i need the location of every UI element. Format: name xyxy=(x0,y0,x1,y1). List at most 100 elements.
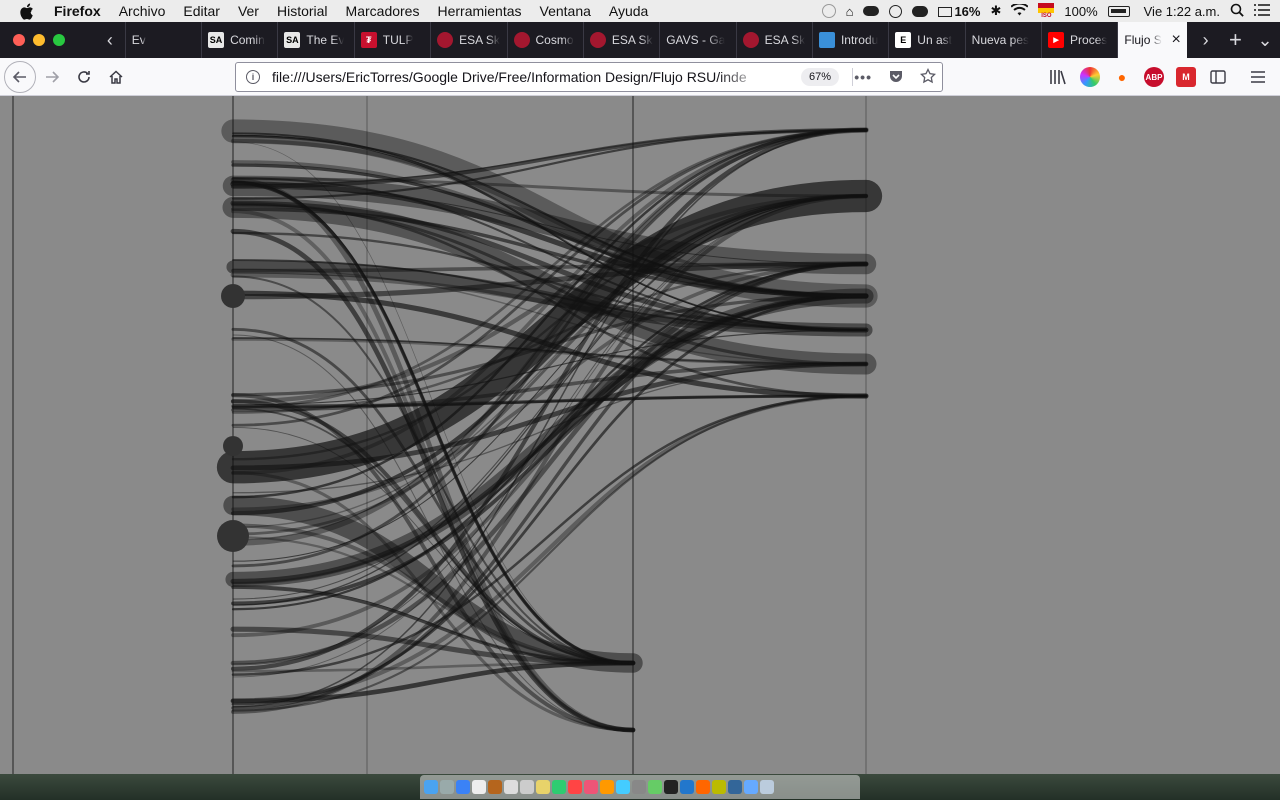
adblock-plus-icon[interactable]: ABP xyxy=(1144,67,1164,87)
menu-ventana[interactable]: Ventana xyxy=(540,3,591,19)
menu-ver[interactable]: Ver xyxy=(238,3,259,19)
sa-favicon-icon: SA xyxy=(284,32,301,48)
page-actions-menu-button[interactable]: ••• xyxy=(854,69,872,85)
clock[interactable]: Vie 1:22 a.m. xyxy=(1144,4,1220,19)
dock-app-icon[interactable] xyxy=(744,780,758,794)
tab-title: Nueva pes xyxy=(971,33,1030,47)
dock-app-icon[interactable] xyxy=(696,780,710,794)
page-actions: ••• xyxy=(854,63,937,91)
notification-center-icon[interactable] xyxy=(1254,3,1270,19)
do-not-disturb-icon[interactable] xyxy=(821,4,836,18)
bookmark-star-icon[interactable] xyxy=(919,67,937,87)
dock-app-icon[interactable] xyxy=(632,780,646,794)
tab-title: Cosmo xyxy=(535,33,574,47)
tab-title: Un ast xyxy=(917,33,952,47)
cloud-app-icon[interactable] xyxy=(863,6,880,16)
tabs-scroll-left-button[interactable]: ‹ xyxy=(95,30,125,51)
menu-marcadores[interactable]: Marcadores xyxy=(346,3,420,19)
library-icon[interactable] xyxy=(1048,67,1068,87)
back-button[interactable] xyxy=(4,60,36,93)
tab[interactable]: E Un ast xyxy=(888,22,964,58)
cloud-upload-icon[interactable] xyxy=(912,5,929,17)
reload-button[interactable] xyxy=(68,61,100,93)
dock-app-icon[interactable] xyxy=(712,780,726,794)
hamburger-menu-icon[interactable] xyxy=(1248,67,1268,87)
tab[interactable]: ESA Sk xyxy=(430,22,506,58)
intro-favicon-icon xyxy=(818,32,835,48)
dock-app-icon[interactable] xyxy=(472,780,486,794)
close-window-button[interactable] xyxy=(13,34,25,46)
extension-color-icon[interactable] xyxy=(1080,67,1100,87)
dock-app-icon[interactable] xyxy=(456,780,470,794)
close-tab-icon[interactable]: × xyxy=(1171,31,1180,49)
zoom-level-badge[interactable]: 67% xyxy=(801,68,840,86)
tab-title: ESA Sk xyxy=(611,33,653,47)
menu-editar[interactable]: Editar xyxy=(183,3,220,19)
zoom-window-button[interactable] xyxy=(53,34,65,46)
cpu-monitor[interactable]: 16% xyxy=(938,4,980,19)
menu-historial[interactable]: Historial xyxy=(277,3,328,19)
tab[interactable]: SA The Ev xyxy=(277,22,353,58)
dock-app-icon[interactable] xyxy=(616,780,630,794)
list-all-tabs-button[interactable]: ⌄ xyxy=(1250,30,1280,51)
back-arrow-icon xyxy=(12,70,26,83)
tab-title: TULP xyxy=(382,33,414,47)
tab-title: GAVS - Ga xyxy=(666,33,726,47)
input-source-flag-icon[interactable]: ISO xyxy=(1038,3,1055,19)
esa-favicon-icon xyxy=(437,32,454,48)
wifi-icon[interactable] xyxy=(1010,2,1029,19)
url-text[interactable]: file:///Users/EricTorres/Google Drive/Fr… xyxy=(272,69,767,85)
address-bar[interactable]: i file:///Users/EricTorres/Google Drive/… xyxy=(235,62,943,92)
dock-app-icon[interactable] xyxy=(552,780,566,794)
tab[interactable]: ₮ TULP xyxy=(353,22,430,58)
dock-app-icon[interactable] xyxy=(760,780,774,794)
dock-app-icon[interactable] xyxy=(440,780,454,794)
tab[interactable]: ▶ Proces xyxy=(1041,22,1117,58)
dock-app-icon[interactable] xyxy=(568,780,582,794)
dock-app-icon[interactable] xyxy=(648,780,662,794)
menu-archivo[interactable]: Archivo xyxy=(119,3,166,19)
home-status-icon[interactable]: ⌂ xyxy=(846,4,854,19)
apple-menu-icon[interactable] xyxy=(19,3,35,20)
site-info-icon[interactable]: i xyxy=(246,70,260,84)
bluetooth-icon[interactable]: ✱ xyxy=(990,3,1001,19)
dock-app-icon[interactable] xyxy=(664,780,678,794)
tab[interactable]: SA Comin xyxy=(201,22,277,58)
no-entry-icon[interactable] xyxy=(889,4,903,18)
tab[interactable]: Introdu xyxy=(811,22,888,58)
cpu-percent: 16% xyxy=(954,3,981,19)
forward-button[interactable] xyxy=(36,61,68,93)
extension-fire-icon[interactable]: ● xyxy=(1112,67,1132,87)
tab[interactable]: Nueva pes xyxy=(964,22,1041,58)
dock-app-icon[interactable] xyxy=(600,780,614,794)
tab[interactable]: GAVS - Ga xyxy=(659,22,735,58)
pocket-icon[interactable] xyxy=(888,68,904,87)
tab[interactable]: ESA Sk xyxy=(735,22,812,58)
minimize-window-button[interactable] xyxy=(33,34,45,46)
tab-active[interactable]: Flujo S × xyxy=(1117,22,1187,58)
dock-app-icon[interactable] xyxy=(728,780,742,794)
menu-app-name[interactable]: Firefox xyxy=(54,3,101,19)
battery-icon[interactable] xyxy=(1107,5,1130,17)
dock-app-icon[interactable] xyxy=(424,780,438,794)
tab[interactable]: Ev xyxy=(124,22,201,58)
new-tab-button[interactable]: + xyxy=(1221,27,1251,53)
dock-app-icon[interactable] xyxy=(520,780,534,794)
tab[interactable]: ESA Sk xyxy=(582,22,659,58)
home-button[interactable] xyxy=(100,61,132,93)
extension-mega-icon[interactable]: M xyxy=(1176,67,1196,87)
tab-title: Ev xyxy=(131,33,146,47)
menu-herramientas[interactable]: Herramientas xyxy=(437,3,521,19)
dock-app-icon[interactable] xyxy=(504,780,518,794)
dock-app-icon[interactable] xyxy=(488,780,502,794)
dock-app-icon[interactable] xyxy=(584,780,598,794)
spotlight-search-icon[interactable] xyxy=(1230,3,1244,20)
flow-node xyxy=(217,520,249,552)
tabs-scroll-right-button[interactable]: › xyxy=(1191,30,1221,51)
dock-app-icon[interactable] xyxy=(536,780,550,794)
dock-app-icon[interactable] xyxy=(680,780,694,794)
menu-ayuda[interactable]: Ayuda xyxy=(609,3,648,19)
e-favicon-icon: E xyxy=(895,32,912,48)
tab[interactable]: Cosmo xyxy=(506,22,583,58)
sidebar-toggle-icon[interactable] xyxy=(1208,67,1228,87)
